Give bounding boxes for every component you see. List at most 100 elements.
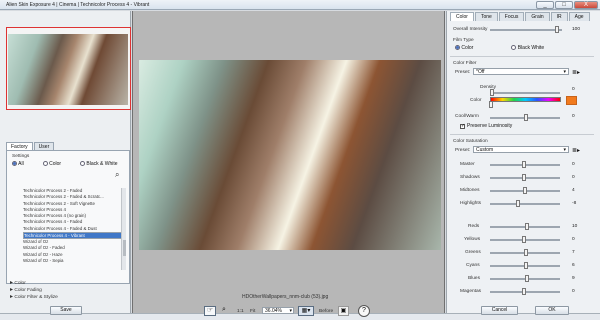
cyans-slider[interactable] [490,262,560,269]
tab-user[interactable]: User [33,142,55,150]
film-type-group: Color Black White [455,45,544,51]
reds-slider[interactable] [490,223,560,230]
save-button[interactable]: Save [50,306,82,315]
reds-label: Reds [468,224,480,229]
radio-bw[interactable]: Black & White [80,161,118,167]
preset-scrollbar[interactable] [121,188,126,270]
highlights-knob[interactable] [516,200,520,207]
zoom-tool-icon[interactable]: ⌕ [219,306,229,316]
color-hue-knob[interactable] [489,101,493,108]
highlights-slider[interactable] [490,200,560,207]
preset-item-selected[interactable]: Technicolor Process 4 - Vibrant [23,232,123,240]
master-slider[interactable] [490,161,560,168]
preserve-luminosity-checkbox[interactable]: ✓ Preserve Luminosity [460,123,512,129]
film-color-radio[interactable]: Color [455,45,473,51]
maximize-button[interactable]: □ [555,1,573,9]
color-hue-bar[interactable] [490,97,561,102]
density-knob[interactable] [490,89,494,96]
category-color[interactable]: ▸ Color [10,280,120,287]
greens-slider[interactable] [490,249,560,256]
category-color-fading[interactable]: ▸ Color Fading [10,287,120,294]
tab-ir[interactable]: IR [550,12,568,21]
chevron-right-icon: ▸ [10,280,14,286]
fit-button[interactable]: Fit [250,309,255,314]
shadows-slider[interactable] [490,174,560,181]
category-color-filter-label: Color Filter & Stylize [14,295,58,300]
cancel-button[interactable]: Cancel [481,306,518,315]
overall-intensity-knob[interactable] [555,26,559,33]
settings-label: Settings [12,154,30,159]
magentas-slider[interactable] [490,288,560,295]
magentas-value: 0 [572,289,575,294]
coolwarm-slider[interactable] [490,114,560,121]
yellows-slider[interactable] [490,236,560,243]
main-preview-image[interactable] [139,60,441,250]
before-button[interactable]: Before [319,309,333,314]
preset-list[interactable]: Technicolor Process 2 - Faded Technicolo… [23,188,123,263]
overall-intensity-value: 100 [572,27,581,32]
film-bw-radio[interactable]: Black White [511,45,544,51]
blues-slider[interactable] [490,275,560,282]
tab-focus[interactable]: Focus [498,12,525,21]
tab-color[interactable]: Color [450,12,474,21]
title-bar: Alien Skin Exposure 4 | Cinema | Technic… [0,0,600,10]
color-filter-preset-label: Preset: [455,70,471,75]
color-filter-preset-select[interactable]: *Off ▾ [473,68,569,75]
split-view-icon[interactable]: ▦▾ [298,306,314,316]
density-slider[interactable] [490,89,560,96]
yellows-knob[interactable] [522,236,526,243]
master-value: 0 [572,162,575,167]
midtones-label: Midtones [460,188,480,193]
zoom-1-1-button[interactable]: 1:1 [237,309,244,314]
shadows-label: Shadows [460,175,480,180]
hand-tool-icon[interactable]: ☞ [204,306,216,316]
radio-color[interactable]: Color [42,161,62,167]
reds-knob[interactable] [525,223,529,230]
scroll-thumb[interactable] [123,240,126,256]
radio-color-icon [42,161,48,167]
preset-menu-icon[interactable]: ≣▸ [572,147,580,154]
ok-button[interactable]: OK [535,306,569,315]
blues-knob[interactable] [525,275,529,282]
coolwarm-knob[interactable] [524,114,528,121]
tab-tone[interactable]: Tone [474,12,498,21]
checkbox-checked-icon: ✓ [460,122,466,129]
tab-factory[interactable]: Factory [6,142,33,150]
search-icon[interactable]: ⌕ [115,170,125,180]
chevron-down-icon: ▾ [563,147,566,153]
greens-value: 7 [572,250,575,255]
minimize-button[interactable]: _ [536,1,554,9]
midtones-knob[interactable] [523,187,527,194]
thumbnail-image [8,34,128,105]
film-color-radio-icon [455,45,460,51]
chevron-right-icon: ▸ [10,294,14,300]
close-button[interactable]: X [574,1,598,9]
radio-color-label: Color [49,161,62,167]
greens-knob[interactable] [524,249,528,256]
cyans-knob[interactable] [524,262,528,269]
saturation-preset-select[interactable]: Custom ▾ [473,146,569,153]
tab-age[interactable]: Age [568,12,590,21]
preset-menu-icon[interactable]: ≣▸ [572,69,580,76]
preset-item-12[interactable]: Wizard of Oz - Sepia [23,258,123,264]
magentas-knob[interactable] [522,288,526,295]
tab-grain[interactable]: Grain [525,12,550,21]
shadows-knob[interactable] [522,174,526,181]
category-color-filter[interactable]: ▸ Color Filter & Stylize [10,294,120,301]
overall-intensity-slider[interactable] [490,26,562,33]
master-label: Master [460,162,475,167]
radio-all-icon [12,161,17,167]
compare-icon[interactable]: ▣ [338,306,349,316]
midtones-slider[interactable] [490,187,560,194]
window-controls: _ □ X [536,1,598,9]
zoom-select[interactable]: 36.04% ▾ [262,307,294,314]
color-swatch[interactable] [566,96,577,105]
category-list: ▸ Color ▸ Color Fading ▸ Color Filter & … [10,280,120,301]
film-bw-label: Black White [517,45,545,51]
help-icon[interactable]: ? [358,305,370,317]
color-saturation-label: Color Saturation [453,139,488,144]
radio-all[interactable]: All [12,161,24,167]
master-knob[interactable] [522,161,526,168]
settings-filter-group: All Color Black & White [12,161,118,167]
preset-tabs: Factory User [6,142,55,150]
